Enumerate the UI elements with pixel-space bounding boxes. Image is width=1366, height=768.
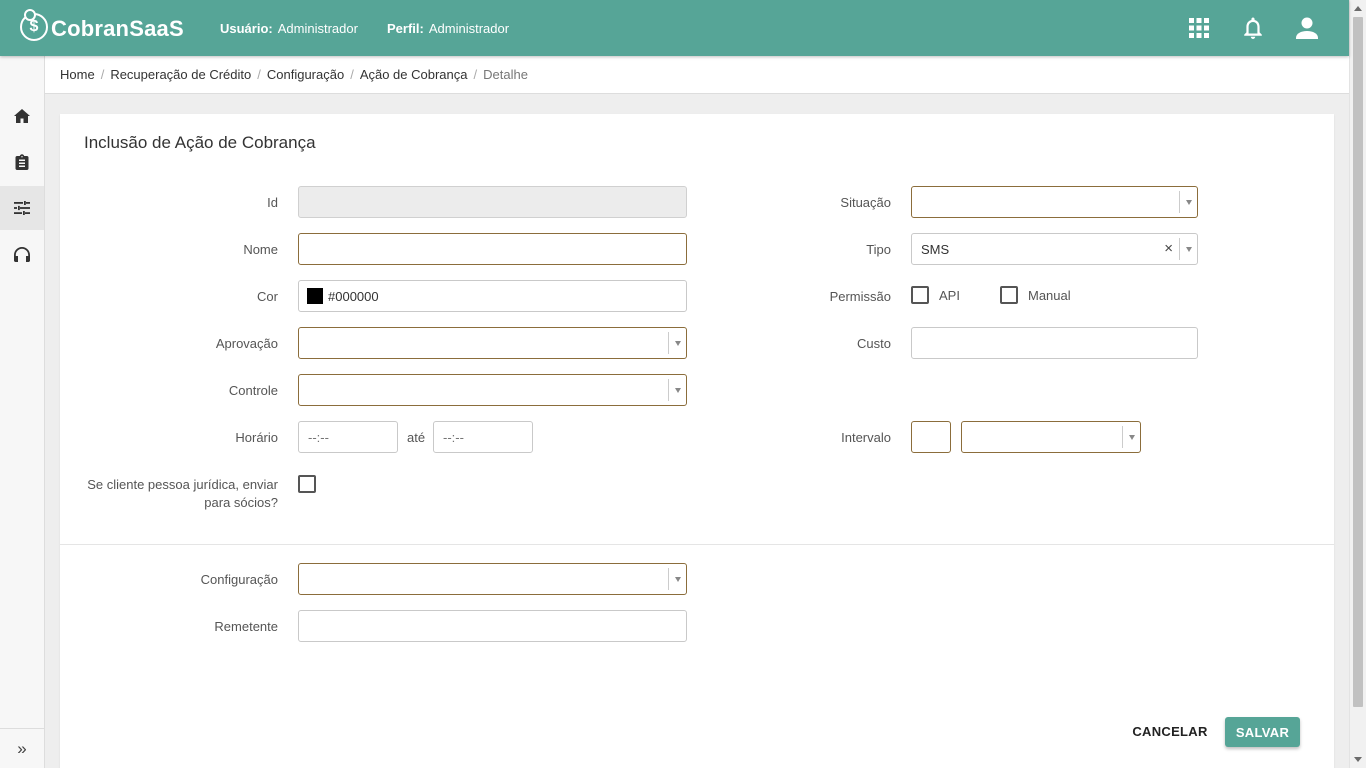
chevron-down-icon[interactable] — [668, 379, 686, 401]
horario-end-input[interactable] — [433, 421, 533, 453]
user-label: Usuário: — [220, 21, 273, 36]
nome-field[interactable] — [298, 233, 687, 265]
controle-select[interactable] — [298, 374, 687, 406]
section-divider — [60, 544, 1334, 545]
breadcrumb: Home / Recuperação de Crédito / Configur… — [45, 56, 1349, 94]
situacao-select[interactable] — [911, 186, 1198, 218]
permissao-api-checkbox[interactable] — [911, 286, 929, 304]
save-button[interactable]: SALVAR — [1225, 717, 1300, 747]
home-icon[interactable] — [0, 94, 44, 138]
breadcrumb-recuperacao[interactable]: Recuperação de Crédito — [110, 67, 251, 82]
page-title: Inclusão de Ação de Cobrança — [84, 133, 316, 152]
socios-checkbox[interactable] — [298, 475, 316, 493]
app-logo[interactable]: $ CobranSaaS — [20, 9, 184, 42]
chevron-down-icon[interactable] — [1179, 238, 1197, 260]
intervalo-label: Intervalo — [841, 430, 891, 445]
remetente-field[interactable] — [298, 610, 687, 642]
user-info: Usuário: Administrador — [220, 21, 358, 36]
clear-icon[interactable]: × — [1164, 240, 1173, 257]
intervalo-number-input[interactable] — [911, 421, 951, 453]
permissao-manual-label: Manual — [1028, 288, 1071, 303]
breadcrumb-separator: / — [100, 67, 105, 82]
headset-icon[interactable] — [0, 232, 44, 276]
permissao-manual-checkbox[interactable] — [1000, 286, 1018, 304]
horario-separator: até — [407, 430, 426, 445]
user-value: Administrador — [277, 21, 358, 36]
sidebar: » — [0, 56, 45, 768]
cancel-button[interactable]: CANCELAR — [1128, 720, 1212, 742]
logo-coin-icon: $ — [20, 9, 48, 41]
breadcrumb-configuracao[interactable]: Configuração — [267, 67, 344, 82]
horario-start-input[interactable] — [298, 421, 398, 453]
app-name: CobranSaaS — [51, 16, 184, 41]
breadcrumb-separator: / — [473, 67, 478, 82]
scroll-down-icon[interactable] — [1354, 757, 1362, 762]
permissao-label: Permissão — [829, 289, 891, 304]
breadcrumb-separator: / — [350, 67, 354, 82]
top-header: $ CobranSaaS Usuário: Administrador Perfi… — [0, 0, 1349, 56]
color-swatch[interactable] — [307, 288, 323, 304]
apps-grid-icon[interactable] — [1187, 16, 1211, 40]
expand-sidebar-icon[interactable]: » — [0, 728, 44, 768]
id-field — [298, 186, 687, 218]
configuracao-label: Configuração — [200, 572, 278, 587]
horario-label: Horário — [235, 430, 278, 445]
profile-label: Perfil: — [387, 21, 424, 36]
situacao-label: Situação — [840, 195, 891, 210]
chevron-down-icon[interactable] — [668, 332, 686, 354]
profile-info: Perfil: Administrador — [387, 21, 509, 36]
cor-label: Cor — [257, 289, 278, 304]
scroll-up-icon[interactable] — [1354, 6, 1362, 11]
custo-label: Custo — [857, 336, 891, 351]
chevron-down-icon[interactable] — [668, 568, 686, 590]
breadcrumb-detalhe: Detalhe — [483, 67, 528, 82]
tipo-select[interactable]: SMS × — [911, 233, 1198, 265]
clipboard-icon[interactable] — [0, 140, 44, 184]
socios-label: Se cliente pessoa jurídica, enviar para … — [60, 476, 278, 512]
aprovacao-label: Aprovação — [215, 336, 278, 351]
tipo-value: SMS — [921, 242, 950, 257]
chevron-down-icon[interactable] — [1122, 426, 1140, 448]
breadcrumb-acao-cobranca[interactable]: Ação de Cobrança — [360, 67, 468, 82]
id-label: Id — [267, 195, 278, 210]
chevron-down-icon[interactable] — [1179, 191, 1197, 213]
breadcrumb-home[interactable]: Home — [60, 67, 95, 82]
page-scrollbar[interactable] — [1349, 0, 1366, 768]
controle-label: Controle — [228, 383, 278, 398]
tipo-label: Tipo — [866, 242, 891, 257]
logo-symbol: $ — [29, 18, 39, 35]
intervalo-unit-select[interactable] — [961, 421, 1141, 453]
profile-value: Administrador — [428, 21, 510, 36]
sliders-icon[interactable] — [0, 186, 44, 230]
bell-icon[interactable] — [1241, 16, 1265, 40]
permissao-api-label: API — [939, 288, 960, 303]
nome-label: Nome — [243, 242, 278, 257]
cor-field[interactable]: #000000 — [298, 280, 687, 312]
breadcrumb-separator: / — [257, 67, 261, 82]
socios-label-line1: Se cliente pessoa jurídica, enviar — [87, 477, 278, 492]
custo-field[interactable] — [911, 327, 1198, 359]
user-icon[interactable] — [1295, 16, 1319, 40]
socios-label-line2: para sócios? — [204, 495, 278, 510]
remetente-label: Remetente — [214, 619, 278, 634]
color-value: #000000 — [328, 289, 379, 304]
aprovacao-select[interactable] — [298, 327, 687, 359]
form-card: Inclusão de Ação de Cobrança Id Nome Cor… — [60, 114, 1334, 768]
configuracao-select[interactable] — [298, 563, 687, 595]
scroll-thumb[interactable] — [1353, 17, 1363, 707]
